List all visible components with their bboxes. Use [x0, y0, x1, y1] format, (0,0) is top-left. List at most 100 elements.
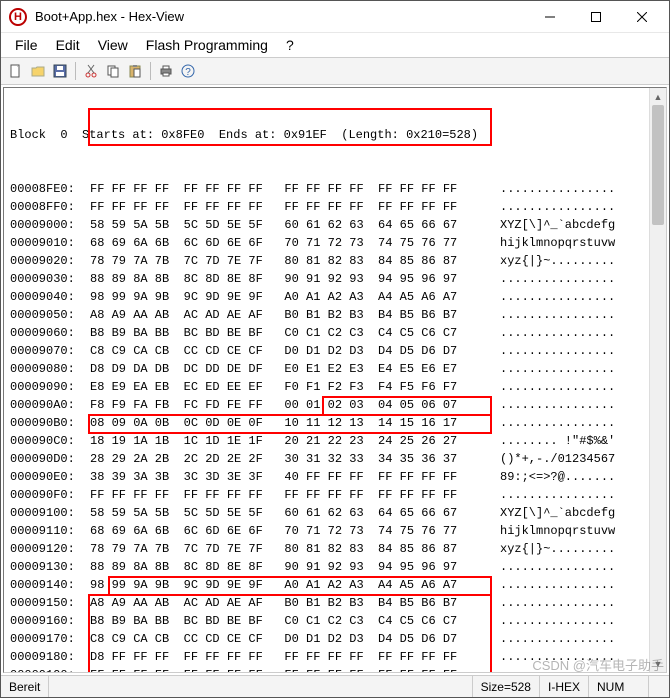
hex-row[interactable]: 00009050:A8 A9 AA AB AC AD AE AF B0 B1 B…	[10, 306, 660, 324]
row-bytes[interactable]: B8 B9 BA BB BC BD BE BF C0 C1 C2 C3 C4 C…	[90, 324, 500, 342]
row-ascii: ................	[500, 648, 660, 666]
toolbar: ?	[1, 57, 669, 85]
row-bytes[interactable]: 98 99 9A 9B 9C 9D 9E 9F A0 A1 A2 A3 A4 A…	[90, 288, 500, 306]
menu-edit[interactable]: Edit	[48, 35, 88, 55]
row-bytes[interactable]: FF FF FF FF FF FF FF FF FF FF FF FF FF F…	[90, 198, 500, 216]
cut-icon[interactable]	[81, 61, 101, 81]
row-address: 00009180:	[10, 648, 90, 666]
row-bytes[interactable]: 78 79 7A 7B 7C 7D 7E 7F 80 81 82 83 84 8…	[90, 252, 500, 270]
row-bytes[interactable]: 68 69 6A 6B 6C 6D 6E 6F 70 71 72 73 74 7…	[90, 234, 500, 252]
row-bytes[interactable]: E8 E9 EA EB EC ED EE EF F0 F1 F2 F3 F4 F…	[90, 378, 500, 396]
row-address: 00008FF0:	[10, 198, 90, 216]
minimize-button[interactable]	[527, 3, 573, 31]
hex-row[interactable]: 00009170:C8 C9 CA CB CC CD CE CF D0 D1 D…	[10, 630, 660, 648]
scroll-down-icon[interactable]: ▼	[650, 655, 666, 672]
row-bytes[interactable]: 88 89 8A 8B 8C 8D 8E 8F 90 91 92 93 94 9…	[90, 558, 500, 576]
hex-row[interactable]: 00009010:68 69 6A 6B 6C 6D 6E 6F 70 71 7…	[10, 234, 660, 252]
hex-row[interactable]: 000090D0:28 29 2A 2B 2C 2D 2E 2F 30 31 3…	[10, 450, 660, 468]
hex-view[interactable]: Block 0 Starts at: 0x8FE0 Ends at: 0x91E…	[3, 87, 667, 673]
hex-row[interactable]: 00009020:78 79 7A 7B 7C 7D 7E 7F 80 81 8…	[10, 252, 660, 270]
row-address: 00009050:	[10, 306, 90, 324]
hex-row[interactable]: 00009190:FF FF FF FF FF FF FF FF FF FF F…	[10, 666, 660, 673]
hex-row[interactable]: 000090E0:38 39 3A 3B 3C 3D 3E 3F 40 FF F…	[10, 468, 660, 486]
row-address: 00009160:	[10, 612, 90, 630]
hex-row[interactable]: 00009160:B8 B9 BA BB BC BD BE BF C0 C1 C…	[10, 612, 660, 630]
row-bytes[interactable]: 18 19 1A 1B 1C 1D 1E 1F 20 21 22 23 24 2…	[90, 432, 500, 450]
hex-row[interactable]: 00008FE0:FF FF FF FF FF FF FF FF FF FF F…	[10, 180, 660, 198]
row-address: 00009110:	[10, 522, 90, 540]
block-header: Block 0 Starts at: 0x8FE0 Ends at: 0x91E…	[10, 126, 660, 144]
open-icon[interactable]	[28, 61, 48, 81]
hex-row[interactable]: 000090C0:18 19 1A 1B 1C 1D 1E 1F 20 21 2…	[10, 432, 660, 450]
row-ascii: ................	[500, 270, 660, 288]
hex-row[interactable]: 00009080:D8 D9 DA DB DC DD DE DF E0 E1 E…	[10, 360, 660, 378]
row-address: 000090C0:	[10, 432, 90, 450]
hex-row[interactable]: 00009180:D8 FF FF FF FF FF FF FF FF FF F…	[10, 648, 660, 666]
menu-help[interactable]: ?	[278, 35, 302, 55]
row-address: 00008FE0:	[10, 180, 90, 198]
row-bytes[interactable]: F8 F9 FA FB FC FD FE FF 00 01 02 03 04 0…	[90, 396, 500, 414]
hex-row[interactable]: 00009090:E8 E9 EA EB EC ED EE EF F0 F1 F…	[10, 378, 660, 396]
menu-view[interactable]: View	[90, 35, 136, 55]
row-bytes[interactable]: FF FF FF FF FF FF FF FF FF FF FF FF FF F…	[90, 486, 500, 504]
row-bytes[interactable]: 08 09 0A 0B 0C 0D 0E 0F 10 11 12 13 14 1…	[90, 414, 500, 432]
row-bytes[interactable]: D8 D9 DA DB DC DD DE DF E0 E1 E2 E3 E4 E…	[90, 360, 500, 378]
hex-row[interactable]: 000090A0:F8 F9 FA FB FC FD FE FF 00 01 0…	[10, 396, 660, 414]
paste-icon[interactable]	[125, 61, 145, 81]
row-bytes[interactable]: FF FF FF FF FF FF FF FF FF FF FF FF FF F…	[90, 666, 500, 673]
hex-row[interactable]: 000090B0:08 09 0A 0B 0C 0D 0E 0F 10 11 1…	[10, 414, 660, 432]
hex-row[interactable]: 00009110:68 69 6A 6B 6C 6D 6E 6F 70 71 7…	[10, 522, 660, 540]
scroll-thumb[interactable]	[652, 105, 664, 225]
hex-row[interactable]: 00009150:A8 A9 AA AB AC AD AE AF B0 B1 B…	[10, 594, 660, 612]
close-button[interactable]	[619, 3, 665, 31]
maximize-button[interactable]	[573, 3, 619, 31]
status-ready: Bereit	[1, 676, 49, 697]
row-bytes[interactable]: D8 FF FF FF FF FF FF FF FF FF FF FF FF F…	[90, 648, 500, 666]
row-bytes[interactable]: 38 39 3A 3B 3C 3D 3E 3F 40 FF FF FF FF F…	[90, 468, 500, 486]
row-bytes[interactable]: 68 69 6A 6B 6C 6D 6E 6F 70 71 72 73 74 7…	[90, 522, 500, 540]
hex-row[interactable]: 00009040:98 99 9A 9B 9C 9D 9E 9F A0 A1 A…	[10, 288, 660, 306]
row-bytes[interactable]: 78 79 7A 7B 7C 7D 7E 7F 80 81 82 83 84 8…	[90, 540, 500, 558]
save-icon[interactable]	[50, 61, 70, 81]
about-icon[interactable]: ?	[178, 61, 198, 81]
vertical-scrollbar[interactable]: ▲ ▼	[649, 88, 666, 672]
row-bytes[interactable]: 58 59 5A 5B 5C 5D 5E 5F 60 61 62 63 64 6…	[90, 216, 500, 234]
titlebar: H Boot+App.hex - Hex-View	[1, 1, 669, 33]
row-ascii: xyz{|}~.........	[500, 540, 660, 558]
row-bytes[interactable]: 28 29 2A 2B 2C 2D 2E 2F 30 31 32 33 34 3…	[90, 450, 500, 468]
row-bytes[interactable]: 98 99 9A 9B 9C 9D 9E 9F A0 A1 A2 A3 A4 A…	[90, 576, 500, 594]
row-bytes[interactable]: B8 B9 BA BB BC BD BE BF C0 C1 C2 C3 C4 C…	[90, 612, 500, 630]
row-bytes[interactable]: FF FF FF FF FF FF FF FF FF FF FF FF FF F…	[90, 180, 500, 198]
hex-row[interactable]: 00009060:B8 B9 BA BB BC BD BE BF C0 C1 C…	[10, 324, 660, 342]
hex-row[interactable]: 00009000:58 59 5A 5B 5C 5D 5E 5F 60 61 6…	[10, 216, 660, 234]
scroll-up-icon[interactable]: ▲	[650, 88, 666, 105]
hex-row[interactable]: 00009130:88 89 8A 8B 8C 8D 8E 8F 90 91 9…	[10, 558, 660, 576]
row-address: 00009080:	[10, 360, 90, 378]
row-bytes[interactable]: C8 C9 CA CB CC CD CE CF D0 D1 D2 D3 D4 D…	[90, 630, 500, 648]
hex-row[interactable]: 00009140:98 99 9A 9B 9C 9D 9E 9F A0 A1 A…	[10, 576, 660, 594]
row-bytes[interactable]: 88 89 8A 8B 8C 8D 8E 8F 90 91 92 93 94 9…	[90, 270, 500, 288]
row-address: 00009000:	[10, 216, 90, 234]
row-bytes[interactable]: 58 59 5A 5B 5C 5D 5E 5F 60 61 62 63 64 6…	[90, 504, 500, 522]
menu-flash-programming[interactable]: Flash Programming	[138, 35, 276, 55]
hex-row[interactable]: 00009070:C8 C9 CA CB CC CD CE CF D0 D1 D…	[10, 342, 660, 360]
row-bytes[interactable]: A8 A9 AA AB AC AD AE AF B0 B1 B2 B3 B4 B…	[90, 594, 500, 612]
hex-row[interactable]: 00008FF0:FF FF FF FF FF FF FF FF FF FF F…	[10, 198, 660, 216]
row-ascii: ................	[500, 486, 660, 504]
print-icon[interactable]	[156, 61, 176, 81]
statusbar: Bereit Size=528 I-HEX NUM	[1, 675, 669, 697]
row-ascii: ................	[500, 306, 660, 324]
row-bytes[interactable]: C8 C9 CA CB CC CD CE CF D0 D1 D2 D3 D4 D…	[90, 342, 500, 360]
new-icon[interactable]	[6, 61, 26, 81]
hex-row[interactable]: 00009120:78 79 7A 7B 7C 7D 7E 7F 80 81 8…	[10, 540, 660, 558]
row-bytes[interactable]: A8 A9 AA AB AC AD AE AF B0 B1 B2 B3 B4 B…	[90, 306, 500, 324]
row-ascii: ................	[500, 666, 660, 673]
row-ascii: ................	[500, 324, 660, 342]
hex-row[interactable]: 00009030:88 89 8A 8B 8C 8D 8E 8F 90 91 9…	[10, 270, 660, 288]
row-ascii: ................	[500, 630, 660, 648]
hex-row[interactable]: 00009100:58 59 5A 5B 5C 5D 5E 5F 60 61 6…	[10, 504, 660, 522]
copy-icon[interactable]	[103, 61, 123, 81]
hex-row[interactable]: 000090F0:FF FF FF FF FF FF FF FF FF FF F…	[10, 486, 660, 504]
row-ascii: ................	[500, 414, 660, 432]
menu-file[interactable]: File	[7, 35, 46, 55]
